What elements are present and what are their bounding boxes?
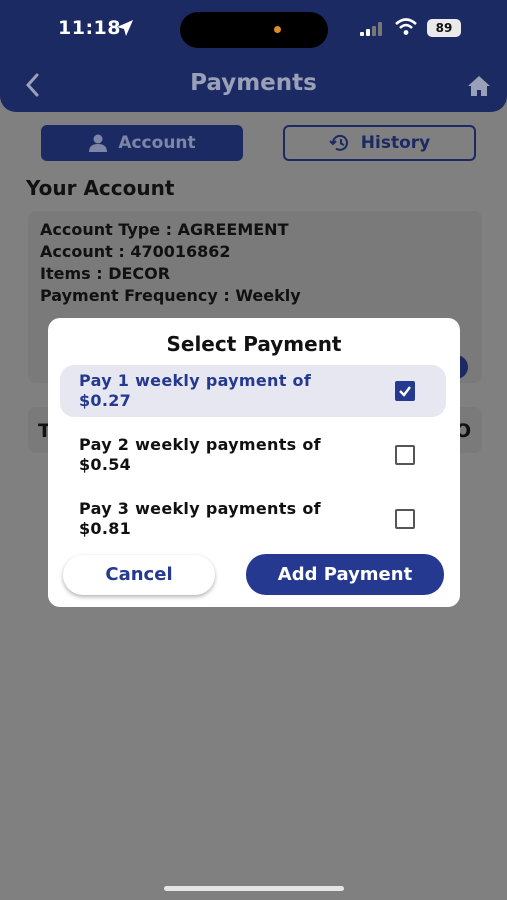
person-icon: [89, 134, 108, 152]
account-type-line: Account Type : AGREEMENT: [40, 220, 289, 239]
tab-account[interactable]: Account: [41, 125, 243, 161]
payment-option-1-label: Pay 1 weekly payment of $0.27: [79, 371, 312, 410]
account-items-line: Items : DECOR: [40, 264, 171, 283]
history-icon: [329, 134, 348, 151]
tab-history[interactable]: History: [283, 125, 476, 161]
payment-option-3-checkbox[interactable]: [395, 509, 415, 529]
privacy-indicator-dot: [274, 26, 281, 33]
location-arrow-icon: [117, 20, 133, 36]
nav-header: Payments: [0, 58, 507, 112]
payment-option-2-checkbox[interactable]: [395, 445, 415, 465]
section-title-your-account: Your Account: [26, 176, 175, 200]
status-bar: 11:18 89: [0, 0, 507, 60]
dynamic-island: [180, 12, 328, 48]
payment-option-1-checkbox[interactable]: [395, 381, 415, 401]
account-number-line: Account : 470016862: [40, 242, 231, 261]
checkmark-icon: [399, 386, 411, 397]
payment-option-2[interactable]: Pay 2 weekly payments of $0.54: [60, 429, 446, 481]
add-payment-button[interactable]: Add Payment: [246, 554, 444, 595]
payment-option-2-label: Pay 2 weekly payments of $0.54: [79, 435, 321, 474]
payment-option-1[interactable]: Pay 1 weekly payment of $0.27: [60, 365, 446, 417]
home-icon[interactable]: [466, 74, 492, 98]
signal-icon: [360, 22, 382, 36]
page-title: Payments: [190, 70, 317, 96]
modal-title: Select Payment: [166, 332, 342, 356]
tab-history-label: History: [360, 133, 431, 153]
cancel-button[interactable]: Cancel: [63, 555, 215, 595]
battery-icon: 89: [427, 19, 461, 37]
wifi-icon: [395, 18, 417, 35]
payment-frequency-line: Payment Frequency : Weekly: [40, 286, 301, 305]
payment-option-3-label: Pay 3 weekly payments of $0.81: [79, 499, 321, 538]
tab-account-label: Account: [118, 133, 196, 153]
payment-option-3[interactable]: Pay 3 weekly payments of $0.81: [60, 493, 446, 545]
home-indicator[interactable]: [164, 886, 344, 891]
select-payment-modal: Select Payment Pay 1 weekly payment of $…: [48, 318, 460, 607]
status-time: 11:18: [58, 17, 121, 39]
